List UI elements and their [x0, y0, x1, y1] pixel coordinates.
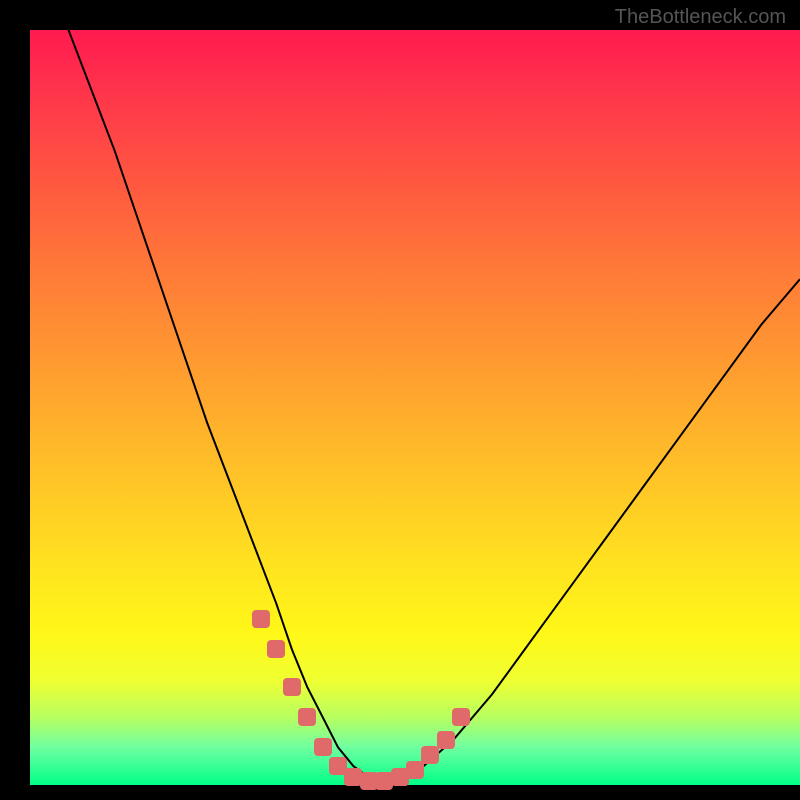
data-marker [421, 746, 439, 764]
curve-svg [30, 30, 800, 785]
data-marker [314, 738, 332, 756]
data-marker [437, 731, 455, 749]
data-marker [283, 678, 301, 696]
data-marker [252, 610, 270, 628]
plot-gradient-area [30, 30, 800, 785]
data-marker [298, 708, 316, 726]
data-marker [406, 761, 424, 779]
data-marker [452, 708, 470, 726]
bottleneck-curve [69, 30, 800, 781]
data-marker [267, 640, 285, 658]
watermark-text: TheBottleneck.com [615, 6, 786, 29]
